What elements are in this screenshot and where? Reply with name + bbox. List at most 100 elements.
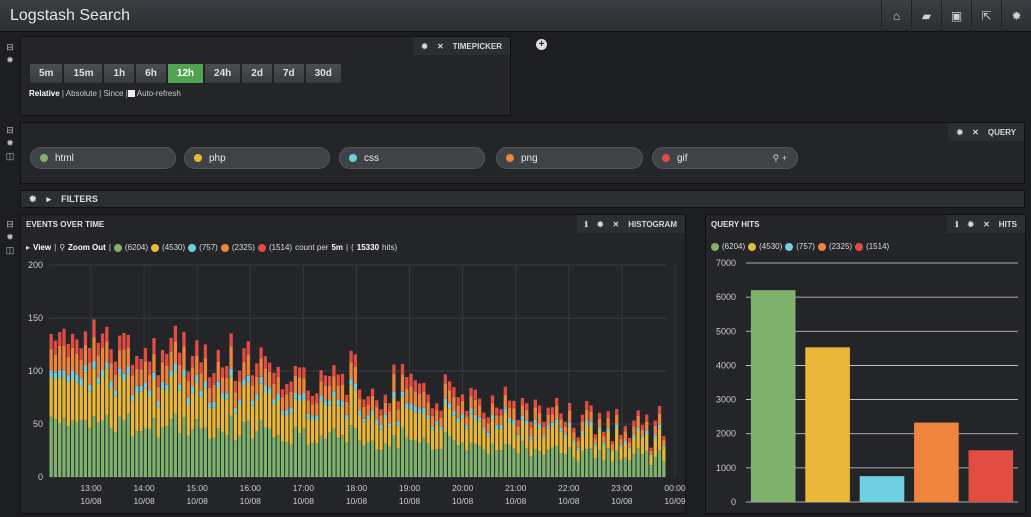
histogram-bar-segment <box>520 397 525 406</box>
range-button-6h[interactable]: 6h <box>135 63 167 84</box>
mode-absolute-link[interactable]: Absolute <box>66 89 97 98</box>
query-input-css[interactable]: css <box>339 147 485 169</box>
range-button-2d[interactable]: 2d <box>241 63 273 84</box>
histogram-bar-segment <box>66 376 70 382</box>
folder-open-icon[interactable]: ▰ <box>911 0 941 32</box>
filters-toggle-icon[interactable]: ▸ <box>47 194 52 205</box>
histogram-bar-segment <box>113 375 118 391</box>
histogram-bar-segment <box>285 384 289 395</box>
row-gear-icon[interactable]: ✹ <box>5 138 15 148</box>
save-icon[interactable]: ▣ <box>941 0 971 32</box>
histogram-bar-segment <box>503 395 507 409</box>
histogram-bar-segment <box>435 424 439 450</box>
row-gear-icon[interactable]: ✹ <box>5 55 15 65</box>
histogram-bar-segment <box>460 394 465 401</box>
histogram-bar-segment <box>289 413 293 445</box>
auto-refresh-checkbox[interactable] <box>127 90 135 97</box>
panel-gear-icon[interactable]: ✹ <box>956 128 963 137</box>
histogram-bar-segment <box>537 405 542 413</box>
add-panel-icon[interactable]: + <box>536 39 547 50</box>
range-button-5m[interactable]: 5m <box>29 63 64 84</box>
histogram-bar-segment <box>332 397 336 429</box>
collapse-row-icon[interactable]: ⊟ <box>5 125 15 135</box>
panel-close-icon[interactable]: ✕ <box>972 128 979 137</box>
range-button-24h[interactable]: 24h <box>204 63 242 84</box>
gear-icon[interactable]: ✹ <box>1001 0 1031 32</box>
histogram-bar-segment <box>332 428 336 477</box>
query-color-dot[interactable] <box>194 154 202 162</box>
row-panels-icon[interactable]: ◫ <box>5 151 15 161</box>
histogram-bar-segment <box>259 358 263 377</box>
histogram-bar-segment <box>229 333 233 347</box>
histogram-bar-segment <box>113 361 118 376</box>
query-color-dot[interactable] <box>662 154 670 162</box>
histogram-bar-segment <box>627 447 632 450</box>
histogram-bar-segment <box>576 441 580 448</box>
info-icon[interactable]: ℹ <box>585 220 588 229</box>
range-button-1h[interactable]: 1h <box>103 63 136 84</box>
panel-gear-icon[interactable]: ✹ <box>421 42 428 51</box>
histogram-bar-segment <box>619 434 623 440</box>
legend-count: (757) <box>199 243 218 252</box>
mode-since-link[interactable]: Since <box>103 89 123 98</box>
histogram-bar-segment <box>139 358 143 370</box>
info-icon[interactable]: ℹ <box>955 220 958 229</box>
mode-relative-link[interactable]: Relative <box>29 89 60 98</box>
query-input-gif[interactable]: gif ⚲ + <box>652 147 798 169</box>
histogram-bar-segment <box>139 391 143 432</box>
histogram-chart[interactable]: 0 50 100 150 200 13:00 10/08 14:00 10/08 15:00 10/… <box>21 255 687 515</box>
query-color-dot[interactable] <box>506 154 514 162</box>
histogram-bar-segment <box>182 417 186 477</box>
histogram-bar-segment <box>58 332 62 346</box>
home-icon[interactable]: ⌂ <box>881 0 911 32</box>
histogram-bar-segment <box>199 428 203 477</box>
query-color-dot[interactable] <box>349 154 357 162</box>
hits-bar-gif[interactable] <box>968 450 1014 502</box>
row-gear-icon[interactable]: ✹ <box>5 232 15 242</box>
filters-label[interactable]: FILTERS <box>61 194 98 204</box>
range-button-12h[interactable]: 12h <box>166 63 205 84</box>
histogram-bar-segment <box>336 437 340 477</box>
histogram-bar-segment <box>122 333 126 350</box>
query-hits-chart[interactable]: 0 1000 2000 3000 4000 5000 6000 7000 <box>706 255 1027 515</box>
zoom-out-icon[interactable]: ⚲ <box>59 243 65 252</box>
histogram-bar-segment <box>130 436 135 477</box>
query-color-dot[interactable] <box>40 154 48 162</box>
legend-count: (1514) <box>866 242 890 251</box>
panel-close-icon[interactable]: ✕ <box>437 42 444 51</box>
histogram-bar-segment <box>615 408 619 415</box>
interval-text: 5m <box>331 243 344 252</box>
view-caret-icon[interactable]: ▸ <box>26 243 30 252</box>
histogram-bar-segment <box>632 438 636 455</box>
panel-gear-icon[interactable]: ✹ <box>967 220 974 229</box>
hits-bar-css[interactable] <box>859 476 905 502</box>
panel-close-icon[interactable]: ✕ <box>613 220 620 229</box>
row-controls-charts: ⊟ ✹ ◫ <box>4 219 16 255</box>
query-input-php[interactable]: php <box>184 147 330 169</box>
panel-gear-icon[interactable]: ✹ <box>597 220 604 229</box>
view-link[interactable]: View <box>33 243 51 252</box>
zoom-out-link[interactable]: Zoom Out <box>68 243 106 252</box>
share-icon[interactable]: ⇱ <box>971 0 1001 32</box>
collapse-row-icon[interactable]: ⊟ <box>5 42 15 52</box>
histogram-bar-segment <box>610 450 615 452</box>
filters-gear-icon[interactable]: ✹ <box>29 194 37 205</box>
range-button-7d[interactable]: 7d <box>272 63 305 84</box>
collapse-row-icon[interactable]: ⊟ <box>5 219 15 229</box>
add-query-icon[interactable]: + <box>782 153 787 163</box>
range-button-15m[interactable]: 15m <box>63 63 104 84</box>
row-panels-icon[interactable]: ◫ <box>5 245 15 255</box>
search-icon[interactable]: ⚲ <box>773 153 780 163</box>
histogram-bar-segment <box>268 388 272 394</box>
histogram-bar-segment <box>178 352 182 365</box>
panel-close-icon[interactable]: ✕ <box>983 220 990 229</box>
histogram-bar-segment <box>499 409 503 416</box>
histogram-bar-segment <box>336 399 340 406</box>
query-input-html[interactable]: html <box>30 147 176 169</box>
query-input-png[interactable]: png <box>496 147 643 169</box>
hits-bar-png[interactable] <box>914 422 959 502</box>
range-button-30d[interactable]: 30d <box>304 63 342 84</box>
hits-bar-php[interactable] <box>805 347 850 502</box>
timepicker-panel: ✹ ✕ TIMEPICKER 5m 15m 1h 6h 12h 24h 2d 7… <box>20 36 511 116</box>
hits-bar-html[interactable] <box>750 290 796 502</box>
